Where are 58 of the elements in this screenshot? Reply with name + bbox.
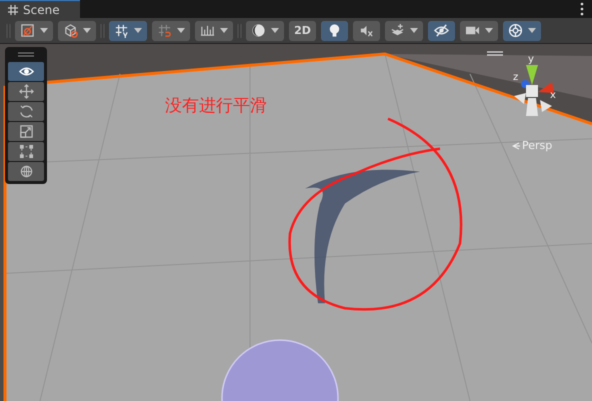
toolbar-button[interactable] [385, 20, 423, 40]
toolbar-button[interactable] [503, 20, 541, 40]
caret-icon [410, 28, 418, 33]
tool-button[interactable] [8, 142, 44, 161]
mode-button[interactable]: 2D [289, 20, 316, 40]
toolbar-button[interactable] [58, 20, 96, 40]
axis-label: z [513, 72, 518, 83]
magnet-grid-icon [157, 23, 172, 38]
speaker-icon [359, 23, 374, 38]
tool-button[interactable] [8, 122, 44, 141]
menu-icon[interactable] [487, 51, 503, 56]
annotation-text: 没有进行平滑 [165, 95, 267, 117]
tool-button[interactable] [8, 62, 44, 81]
toolbar-button[interactable] [460, 20, 498, 40]
tool-button[interactable] [8, 82, 44, 101]
axis-label: x [550, 90, 556, 101]
move-arrows-icon [18, 84, 34, 99]
layers-icon [390, 23, 405, 38]
scene-tab[interactable]: Scene [0, 0, 80, 18]
caret-icon [177, 28, 185, 33]
toolbar-button[interactable] [195, 20, 233, 40]
more-menu-icon[interactable] [580, 2, 584, 16]
rotate-arrows-icon [18, 104, 34, 119]
globe-icon [508, 23, 523, 38]
caret-icon [271, 28, 279, 33]
tool-button[interactable] [8, 102, 44, 121]
toolbar-button[interactable] [353, 20, 380, 40]
chevron-left-icon [512, 142, 520, 150]
caret-icon [134, 28, 142, 33]
grid-snap-icon [114, 23, 129, 38]
drag-handle-icon [6, 22, 11, 38]
toolbar-button[interactable] [109, 20, 147, 40]
drag-handle-icon [100, 22, 105, 38]
drag-handle-icon [18, 52, 34, 57]
tool-button[interactable] [8, 162, 44, 181]
drag-handle-icon [237, 22, 242, 38]
scale-box-icon [18, 124, 34, 139]
light-bulb-icon [327, 23, 342, 38]
axis-label: y [528, 54, 534, 65]
hidden-eye-icon [434, 23, 449, 38]
toolbar-button[interactable] [15, 20, 53, 40]
tab-label: Scene [23, 2, 60, 16]
toolbar-button[interactable] [321, 20, 348, 40]
toolbar-button[interactable] [428, 20, 455, 40]
caret-icon [485, 28, 493, 33]
circle-square-icon [20, 23, 35, 38]
caret-icon [220, 28, 228, 33]
cube-icon [63, 23, 78, 38]
ruler-icon [200, 23, 215, 38]
caret-icon [40, 28, 48, 33]
transform-globe-icon [18, 164, 34, 179]
caret-icon [528, 28, 536, 33]
sphere-icon [251, 23, 266, 38]
grid-icon [8, 4, 18, 14]
caret-icon [83, 28, 91, 33]
rect-handles-icon [18, 144, 34, 159]
toolbar-button[interactable] [246, 20, 284, 40]
toolbar-button[interactable] [152, 20, 190, 40]
